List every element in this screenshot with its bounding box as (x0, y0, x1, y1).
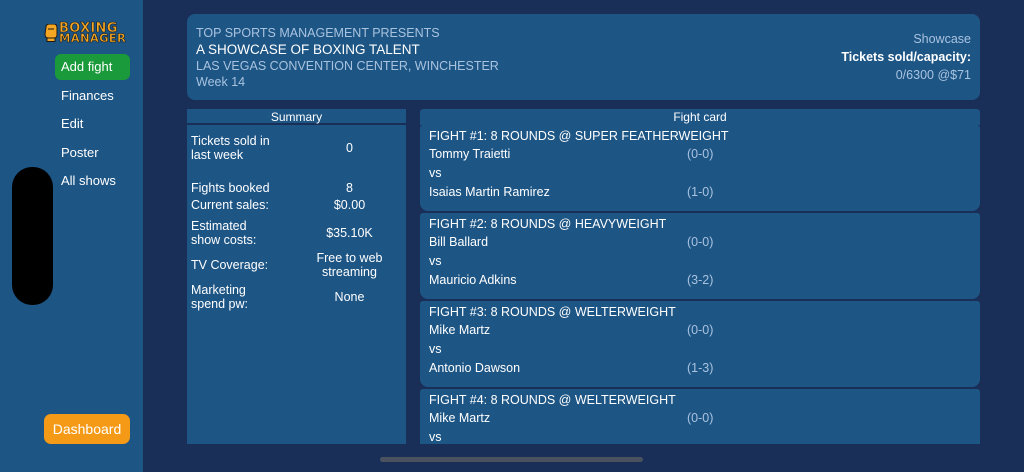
fighter-b-record: (3-2) (687, 273, 714, 287)
fighter-b-record: (1-0) (687, 185, 714, 199)
fight-card-item[interactable]: FIGHT #2: 8 ROUNDS @ HEAVYWEIGHT Bill Ba… (420, 213, 980, 299)
vs-label: vs (429, 430, 442, 444)
fight-title: FIGHT #2: 8 ROUNDS @ HEAVYWEIGHT (429, 217, 667, 231)
fight-card-item[interactable]: FIGHT #3: 8 ROUNDS @ WELTERWEIGHT Mike M… (420, 301, 980, 387)
fighter-b-name[interactable]: Antonio Dawson (429, 361, 520, 375)
fighter-a-record: (0-0) (687, 323, 714, 337)
fight-card-list[interactable]: FIGHT #1: 8 ROUNDS @ SUPER FEATHERWEIGHT… (420, 109, 980, 444)
nav-finances[interactable]: Finances (55, 83, 130, 109)
fighter-a-record: (0-0) (687, 411, 714, 425)
tickets-value: 0/6300 @$71 (895, 68, 971, 82)
summary-label-show-costs: Estimated show costs: (191, 219, 257, 247)
summary-title: Summary (187, 109, 406, 125)
dashboard-button[interactable]: Dashboard (44, 414, 130, 444)
logo-text-manager: MANAGER (59, 31, 127, 45)
fight-title: FIGHT #4: 8 ROUNDS @ WELTERWEIGHT (429, 393, 676, 407)
fighter-b-record: (1-3) (687, 361, 714, 375)
show-header: TOP SPORTS MANAGEMENT PRESENTS A SHOWCAS… (187, 14, 980, 100)
fighter-b-name[interactable]: Mauricio Adkins (429, 273, 517, 287)
device-camera-notch (12, 167, 53, 305)
fight-title: FIGHT #1: 8 ROUNDS @ SUPER FEATHERWEIGHT (429, 129, 729, 143)
nav-add-fight[interactable]: Add fight (55, 54, 130, 80)
summary-label-tickets-last-week: Tickets sold in last week (191, 134, 270, 162)
tickets-label: Tickets sold/capacity: (841, 50, 971, 64)
vs-label: vs (429, 254, 442, 268)
app-logo: BOXING MANAGER (44, 22, 132, 46)
show-title: A SHOWCASE OF BOXING TALENT (196, 42, 420, 57)
show-type: Showcase (913, 32, 971, 46)
fight-card-item[interactable]: FIGHT #4: 8 ROUNDS @ WELTERWEIGHT Mike M… (420, 389, 980, 444)
summary-label-fights-booked: Fights booked (191, 181, 270, 195)
summary-value-fights-booked: 8 (346, 181, 353, 195)
vs-label: vs (429, 342, 442, 356)
summary-value-tv-coverage: Free to web streaming (316, 251, 383, 279)
show-presenter: TOP SPORTS MANAGEMENT PRESENTS (196, 26, 440, 40)
nav-all-shows[interactable]: All shows (55, 168, 130, 194)
nav-edit[interactable]: Edit (55, 111, 130, 137)
summary-label-tv-coverage: TV Coverage: (191, 258, 269, 272)
home-indicator[interactable] (380, 457, 643, 462)
summary-panel: Summary Tickets sold in last week 0 Figh… (187, 109, 406, 444)
summary-value-marketing: None (334, 290, 365, 304)
summary-value-tickets-last-week: 0 (346, 141, 353, 155)
fighter-a-name[interactable]: Mike Martz (429, 323, 490, 337)
summary-value-show-costs: $35.10K (326, 226, 373, 240)
summary-label-current-sales: Current sales: (191, 198, 269, 212)
show-week: Week 14 (196, 75, 246, 89)
fighter-a-record: (0-0) (687, 235, 714, 249)
fighter-a-name[interactable]: Tommy Traietti (429, 147, 510, 161)
fight-title: FIGHT #3: 8 ROUNDS @ WELTERWEIGHT (429, 305, 676, 319)
show-venue: LAS VEGAS CONVENTION CENTER, WINCHESTER (196, 59, 499, 73)
summary-label-marketing: Marketing spend pw: (191, 283, 248, 311)
fight-card-item[interactable]: FIGHT #1: 8 ROUNDS @ SUPER FEATHERWEIGHT… (420, 125, 980, 211)
vs-label: vs (429, 166, 442, 180)
nav-poster[interactable]: Poster (55, 140, 130, 166)
fighter-a-name[interactable]: Mike Martz (429, 411, 490, 425)
summary-value-current-sales: $0.00 (333, 198, 366, 212)
fighter-a-name[interactable]: Bill Ballard (429, 235, 488, 249)
fighter-b-name[interactable]: Isaias Martin Ramirez (429, 185, 550, 199)
boxing-glove-icon (44, 24, 58, 42)
fighter-a-record: (0-0) (687, 147, 714, 161)
